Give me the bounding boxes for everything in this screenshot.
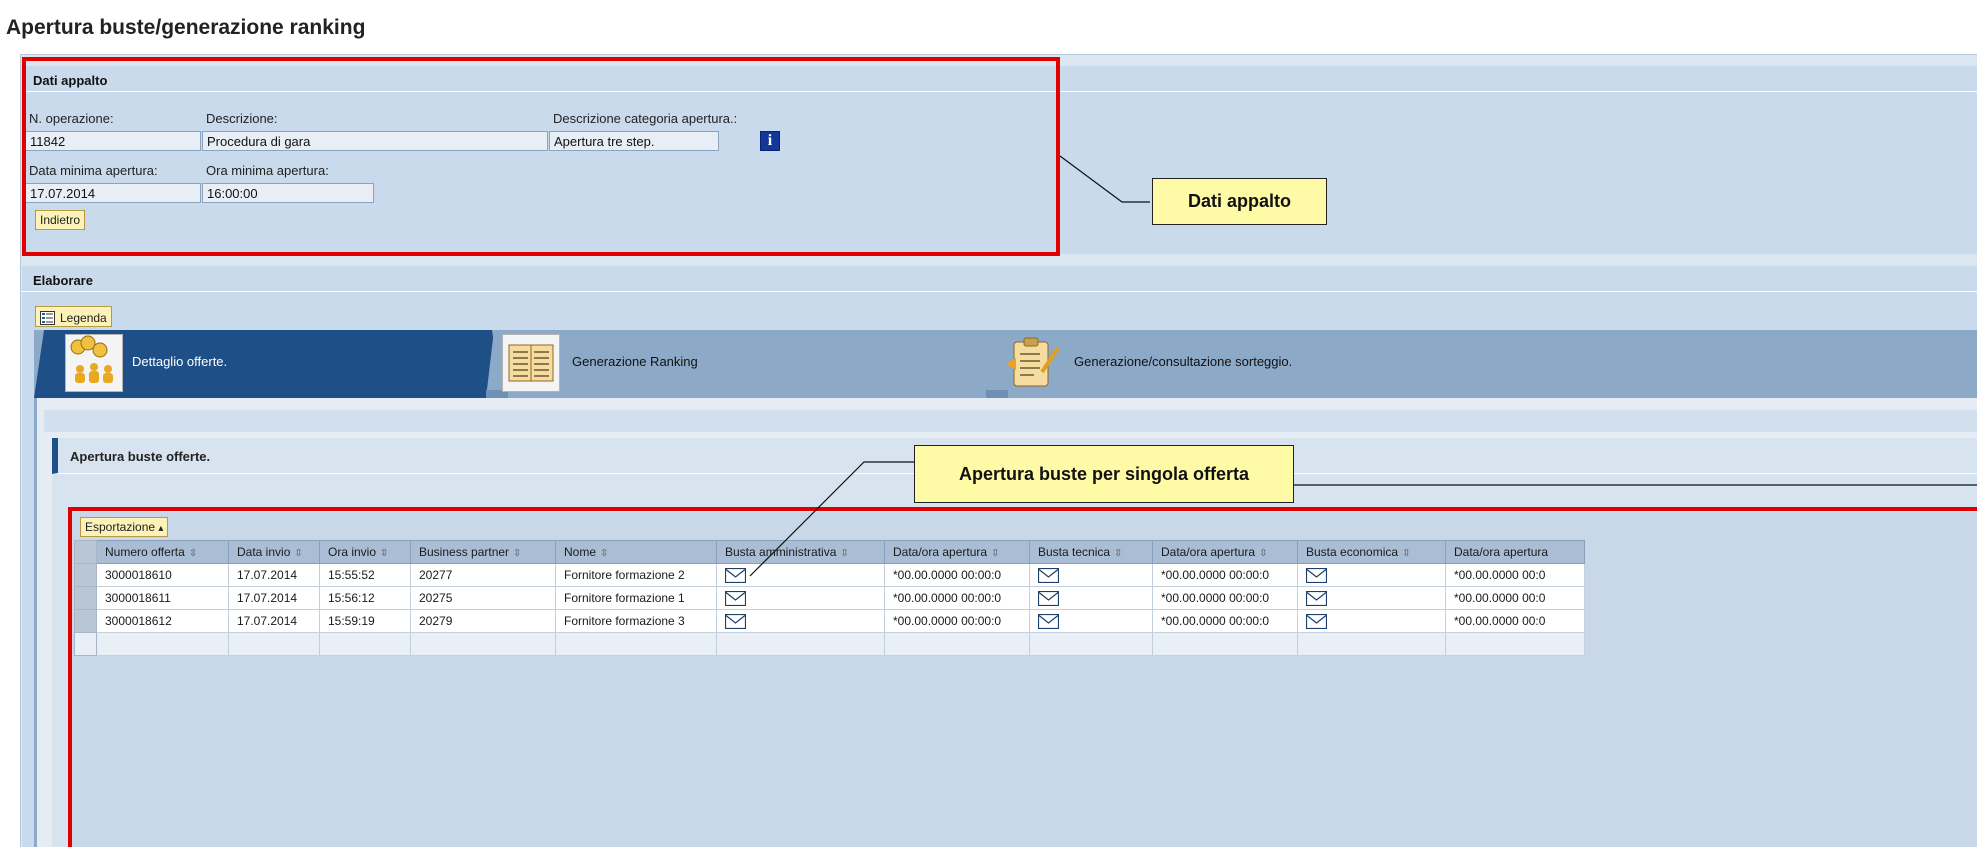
callout-connectors <box>749 155 1977 577</box>
callout-apertura-singola: Apertura buste per singola offerta <box>914 445 1294 503</box>
callout-dati-appalto: Dati appalto <box>1152 178 1327 225</box>
